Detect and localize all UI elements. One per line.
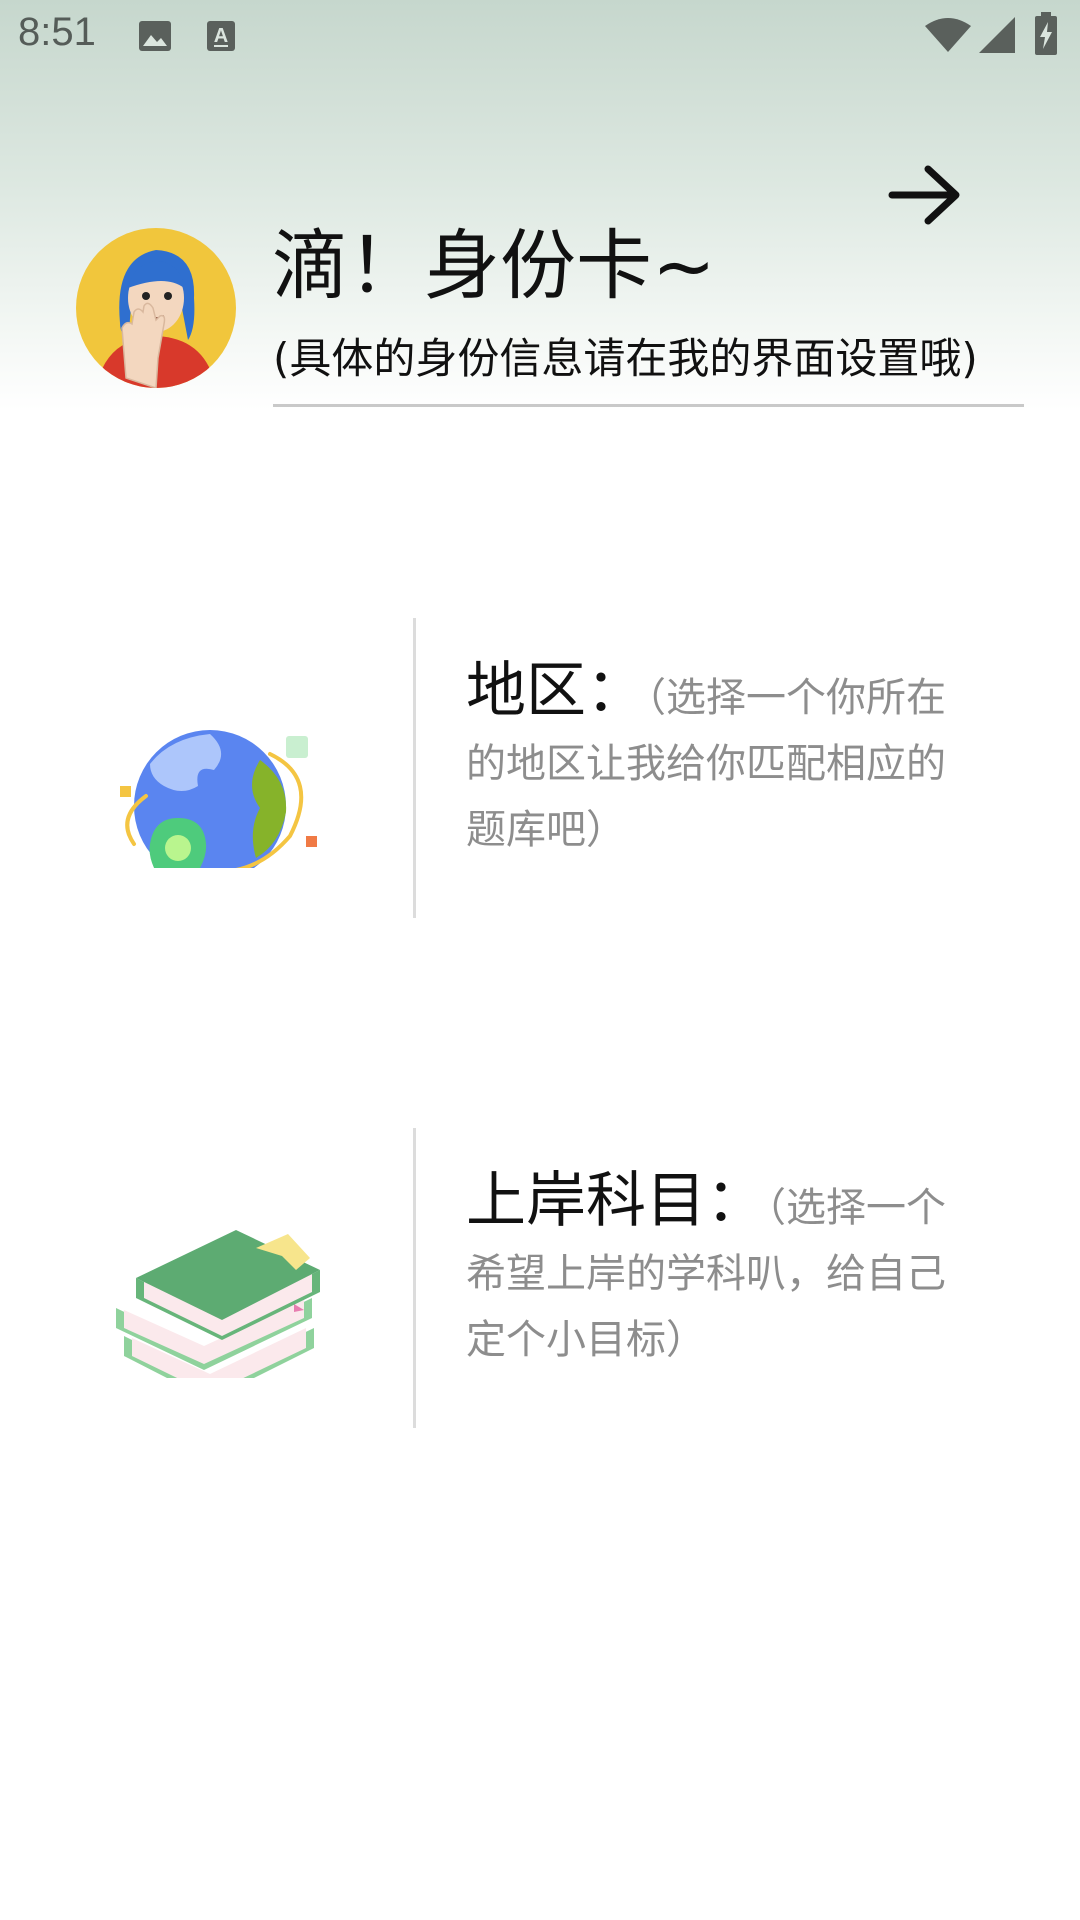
signal-icon xyxy=(979,17,1015,53)
wifi-icon xyxy=(925,18,971,52)
arrow-right-icon xyxy=(888,165,960,225)
battery-charging-icon xyxy=(1035,12,1057,55)
header-underline xyxy=(273,404,1024,407)
region-option-text: 地区：（选择一个你所在的地区让我给你匹配相应的题库吧） xyxy=(466,658,966,863)
text-a-icon: A xyxy=(207,21,235,51)
identity-card-title: 滴！身份卡~ xyxy=(272,221,716,310)
status-bar: 8:51 A xyxy=(0,0,1080,72)
svg-text:A: A xyxy=(214,25,228,47)
next-button[interactable] xyxy=(880,155,970,235)
books-icon xyxy=(116,1230,320,1378)
subject-option[interactable]: 上岸科目：（选择一个希望上岸的学科叭，给自己定个小目标） xyxy=(0,1128,1080,1428)
image-icon xyxy=(139,21,171,51)
globe-location-icon xyxy=(120,730,317,868)
option-divider xyxy=(413,1128,416,1428)
region-option[interactable]: 地区：（选择一个你所在的地区让我给你匹配相应的题库吧） xyxy=(0,618,1080,918)
status-time: 8:51 xyxy=(18,10,96,54)
region-label: 地区： xyxy=(466,656,646,726)
avatar[interactable] xyxy=(76,228,236,388)
identity-card-hint: (具体的身份信息请在我的界面设置哦) xyxy=(273,334,978,383)
option-divider xyxy=(413,618,416,918)
subject-option-text: 上岸科目：（选择一个希望上岸的学科叭，给自己定个小目标） xyxy=(466,1168,966,1373)
subject-label: 上岸科目： xyxy=(466,1166,766,1236)
